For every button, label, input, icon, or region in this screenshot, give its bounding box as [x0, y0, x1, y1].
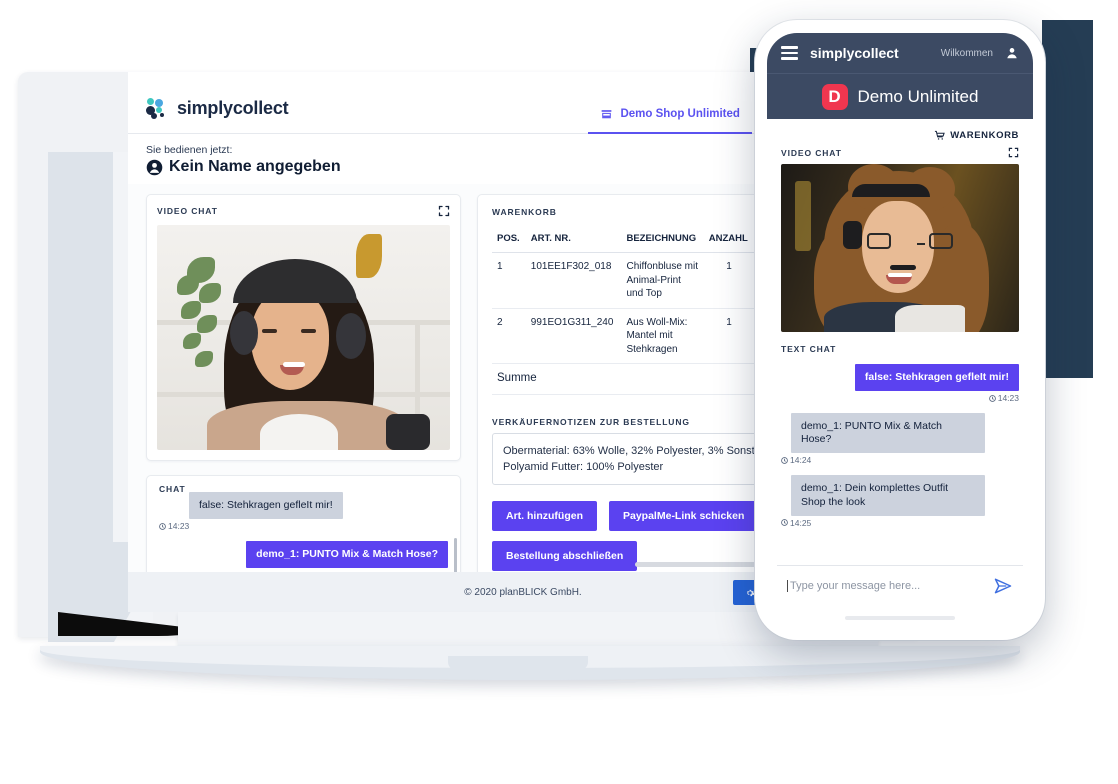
- col-artnr: ART. NR.: [525, 225, 622, 253]
- user-icon[interactable]: [1005, 46, 1019, 60]
- chat-bubble: false: Stehkragen gefleIt mir!: [189, 492, 343, 520]
- phone-shop-name: Demo Unlimited: [857, 86, 979, 106]
- complete-order-button[interactable]: Bestellung abschließen: [492, 540, 638, 571]
- hamburger-icon[interactable]: [781, 46, 798, 60]
- left-column: VIDEO CHAT CHAT false: Stehkragen gefleI…: [146, 194, 461, 612]
- phone-message-input[interactable]: Type your message here...: [787, 579, 993, 592]
- col-bezeichnung: BEZEICHNUNG: [621, 225, 704, 253]
- chat-message-row: false: Stehkragen gefleIt mir!: [781, 364, 1019, 392]
- chat-bubble: demo_1: PUNTO Mix & Match Hose?: [791, 413, 985, 454]
- add-article-button[interactable]: Art. hinzufügen: [492, 500, 597, 531]
- tab-label: Demo Shop Unlimited: [620, 108, 740, 120]
- paypal-link-button[interactable]: PaypalMe-Link schicken: [609, 500, 759, 531]
- storefront-icon: [602, 109, 612, 118]
- chat-time-text: 14:25: [790, 517, 812, 528]
- send-paperplane-icon[interactable]: [993, 576, 1013, 596]
- tab-bar: Demo Shop Unlimited: [588, 84, 752, 134]
- decorative-navy-block-right: [1042, 20, 1093, 378]
- chat-time-text: 14:24: [790, 455, 812, 466]
- fullscreen-icon[interactable]: [1008, 147, 1019, 158]
- copyright-text: © 2020 planBLICK GmbH.: [464, 586, 582, 598]
- cell-bezeichnung: Chiffonbluse mit Animal-Print und Top: [621, 252, 704, 309]
- phone-welcome-text: Wilkommen: [940, 47, 993, 59]
- brand-name: simplycollect: [177, 98, 289, 118]
- chat-timestamp: 14:23: [781, 393, 1019, 403]
- phone-video-header: VIDEO CHAT: [767, 147, 1033, 164]
- chat-bubble: demo_1: Dein komplettes Outfit Shop the …: [791, 475, 985, 516]
- phone-cart-label: WARENKORB: [950, 130, 1019, 141]
- chat-message-row: false: Stehkragen gefleIt mir!: [159, 492, 448, 520]
- clock-icon: [159, 522, 166, 530]
- video-chat-label: VIDEO CHAT: [157, 206, 218, 216]
- laptop-base-notch: [448, 656, 588, 670]
- chat-bubble: false: Stehkragen gefleIt mir!: [854, 364, 1019, 392]
- chat-timestamp: 14:25: [781, 518, 1019, 528]
- cell-bezeichnung: Aus Woll-Mix: Mantel mit Stehkragen: [621, 308, 704, 364]
- shop-logo-icon: D: [821, 83, 848, 110]
- phone-video-stream[interactable]: [781, 164, 1019, 332]
- phone-brand-name: simplycollect: [810, 45, 899, 61]
- cell-artnr: 991EO1G311_240: [525, 308, 622, 364]
- user-circle-icon: [146, 159, 163, 175]
- video-chat-card: VIDEO CHAT: [146, 194, 461, 461]
- chat-message-row: demo_1: PUNTO Mix & Match Hose?: [159, 541, 448, 569]
- phone-message-input-bar[interactable]: Type your message here...: [777, 565, 1023, 605]
- gear-icon: [747, 589, 755, 596]
- video-chat-header: VIDEO CHAT: [157, 205, 450, 217]
- phone-chat-label: TEXT CHAT: [781, 344, 837, 354]
- chat-label: CHAT: [159, 484, 186, 494]
- phone-cart-link[interactable]: WARENKORB: [767, 119, 1033, 147]
- chat-timestamp: 14:23: [159, 521, 448, 531]
- brand[interactable]: simplycollect: [128, 97, 289, 120]
- cell-anzahl: 1: [703, 308, 755, 364]
- phone-mockup: simplycollect Wilkommen D Demo Unlimited…: [755, 20, 1045, 640]
- phone-navbar: simplycollect Wilkommen: [767, 33, 1033, 73]
- video-chat-stream[interactable]: [157, 225, 450, 450]
- phone-home-indicator: [845, 616, 955, 620]
- chat-time-text: 14:23: [997, 393, 1019, 404]
- clock-icon: [781, 519, 788, 526]
- cell-pos: 2: [492, 308, 526, 364]
- cell-anzahl: 1: [703, 252, 755, 309]
- cell-pos: 1: [492, 252, 526, 309]
- clock-icon: [988, 394, 996, 402]
- phone-chat-panel: TEXT CHAT false: Stehkragen gefleIt mir!…: [767, 332, 1033, 528]
- col-anzahl: ANZAHL: [703, 225, 755, 253]
- screenshot-stage: simplycollect Demo Shop Unlimited Sie be…: [0, 0, 1118, 784]
- chat-bubble: demo_1: PUNTO Mix & Match Hose?: [246, 541, 448, 569]
- col-pos: POS.: [492, 225, 526, 253]
- clock-icon: [781, 457, 788, 464]
- fullscreen-icon[interactable]: [438, 205, 450, 217]
- chat-timestamp: 14:24: [781, 455, 1019, 465]
- cell-artnr: 101EE1F302_018: [525, 252, 622, 309]
- chat-message-row: demo_1: PUNTO Mix & Match Hose?: [781, 413, 1019, 454]
- phone-video-label: VIDEO CHAT: [781, 147, 842, 158]
- serving-customer-name: Kein Name angegeben: [169, 158, 341, 175]
- cart-icon: [935, 130, 946, 140]
- tab-demo-shop-unlimited[interactable]: Demo Shop Unlimited: [588, 84, 752, 134]
- phone-screen: simplycollect Wilkommen D Demo Unlimited…: [767, 33, 1033, 627]
- phone-shop-bar: D Demo Unlimited: [767, 73, 1033, 119]
- chat-time-text: 14:23: [168, 521, 190, 532]
- dots-cluster-icon: [146, 97, 168, 120]
- chat-message-row: demo_1: Dein komplettes Outfit Shop the …: [781, 475, 1019, 516]
